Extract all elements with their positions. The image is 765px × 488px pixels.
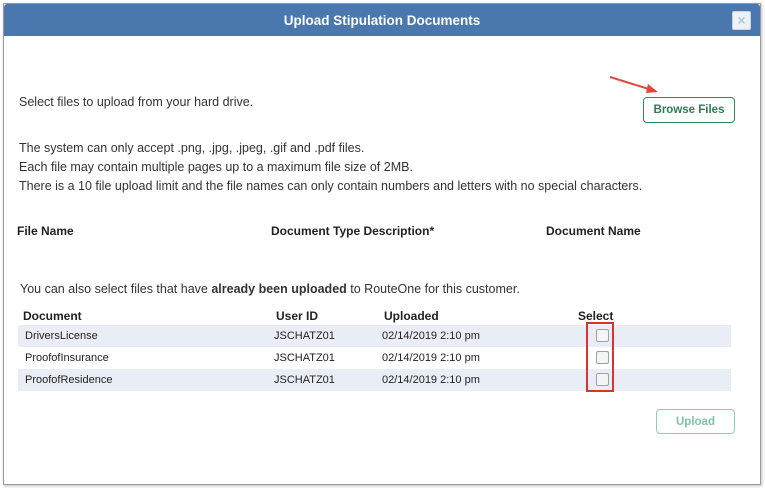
red-arrow-annotation-icon bbox=[609, 76, 658, 93]
upload-button[interactable]: Upload bbox=[656, 409, 735, 434]
row-uploaded-date: 02/14/2019 2:10 pm bbox=[382, 374, 480, 386]
column-document-type: Document Type Description* bbox=[271, 224, 435, 238]
table-row: DriversLicense JSCHATZ01 02/14/2019 2:10… bbox=[18, 325, 731, 347]
select-checkbox[interactable] bbox=[596, 351, 609, 364]
table-row: ProofofInsurance JSCHATZ01 02/14/2019 2:… bbox=[18, 347, 731, 369]
already-uploaded-text: You can also select files that have alre… bbox=[20, 282, 520, 296]
already-uploaded-prefix: You can also select files that have bbox=[20, 282, 212, 296]
uploaded-documents-table: Document User ID Uploaded Select Drivers… bbox=[18, 309, 731, 391]
column-document-name: Document Name bbox=[546, 224, 641, 238]
upload-dialog: Upload Stipulation Documents × Select fi… bbox=[3, 3, 761, 485]
header-document: Document bbox=[23, 309, 82, 323]
close-icon[interactable]: × bbox=[732, 11, 751, 30]
row-user-id: JSCHATZ01 bbox=[274, 330, 335, 342]
dialog-title: Upload Stipulation Documents bbox=[283, 12, 481, 28]
row-user-id: JSCHATZ01 bbox=[274, 352, 335, 364]
file-size-rule: Each file may contain multiple pages up … bbox=[19, 160, 413, 174]
already-uploaded-bold: already been uploaded bbox=[211, 282, 347, 296]
browse-files-button[interactable]: Browse Files bbox=[643, 97, 735, 123]
row-document: ProofofResidence bbox=[25, 374, 113, 386]
select-checkbox[interactable] bbox=[596, 329, 609, 342]
header-select: Select bbox=[578, 309, 614, 323]
table-header: Document User ID Uploaded Select bbox=[18, 309, 731, 325]
column-file-name: File Name bbox=[17, 224, 74, 238]
header-uploaded: Uploaded bbox=[384, 309, 439, 323]
already-uploaded-suffix: to RouteOne for this customer. bbox=[346, 282, 520, 296]
row-uploaded-date: 02/14/2019 2:10 pm bbox=[382, 352, 480, 364]
table-row: ProofofResidence JSCHATZ01 02/14/2019 2:… bbox=[18, 369, 731, 391]
dialog-title-bar: Upload Stipulation Documents × bbox=[4, 4, 760, 36]
select-instructions: Select files to upload from your hard dr… bbox=[19, 95, 254, 109]
file-limit-rule: There is a 10 file upload limit and the … bbox=[19, 179, 643, 193]
row-document: ProofofInsurance bbox=[25, 352, 109, 364]
row-user-id: JSCHATZ01 bbox=[274, 374, 335, 386]
file-type-rule: The system can only accept .png, .jpg, .… bbox=[19, 141, 365, 155]
header-user-id: User ID bbox=[276, 309, 319, 323]
row-document: DriversLicense bbox=[25, 330, 98, 342]
row-uploaded-date: 02/14/2019 2:10 pm bbox=[382, 330, 480, 342]
select-checkbox[interactable] bbox=[596, 373, 609, 386]
